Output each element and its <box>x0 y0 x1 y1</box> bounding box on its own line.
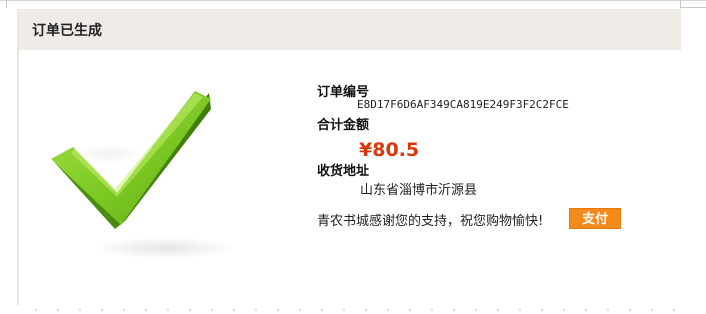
pay-button[interactable]: 支付 <box>569 208 621 229</box>
total-label: 合计金额 <box>317 118 370 133</box>
order-number-value: E8D17F6D6AF349CA819E249F3F2C2FCE <box>357 98 569 111</box>
glow <box>75 144 145 164</box>
success-graphic <box>45 69 235 269</box>
thanks-text: 青农书城感谢您的支持，祝您购物愉快! <box>317 214 544 229</box>
top-rule <box>0 0 706 4</box>
bottom-dotted-rule <box>25 308 685 312</box>
corner-mark <box>680 0 706 8</box>
total-amount: ¥80.5 <box>359 139 420 161</box>
panel-header: 订单已生成 <box>19 9 681 50</box>
address-value: 山东省淄博市沂源县 <box>360 183 478 198</box>
page-title: 订单已生成 <box>32 23 102 39</box>
corner-mark <box>6 0 7 8</box>
check-shadow <box>95 237 235 259</box>
order-panel: 订单已生成 订单编号 E8D17F6D6AF349CA819E249F3F2C2… <box>17 9 681 305</box>
address-label: 收货地址 <box>317 164 370 179</box>
